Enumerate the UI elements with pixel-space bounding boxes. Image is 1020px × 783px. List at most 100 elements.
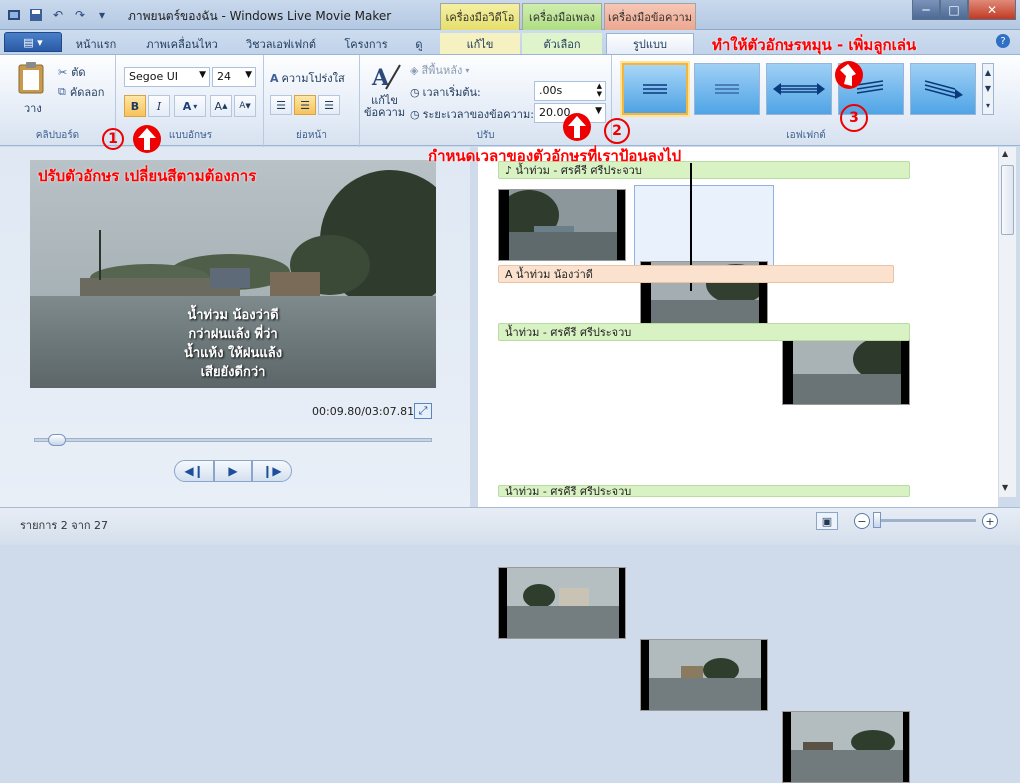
copy-label: คัดลอก [69,86,105,99]
caption-line: น้ำแห้ง ให้ฝนแล้ง [183,346,283,361]
clock-icon: ◷ [410,107,420,121]
effects-group-label: เอฟเฟกต์ [786,130,826,141]
scroll-up-icon[interactable]: ▲ [1002,149,1008,158]
start-time-input[interactable]: .00s ▲ ▼ [534,81,606,101]
tab-edit[interactable]: แก้ไข [440,33,520,54]
expand-gallery-icon[interactable]: ▾ [986,101,990,110]
clip-image [783,334,909,404]
clip-thumbnail[interactable] [782,333,910,405]
storyboard-scrollbar[interactable]: ▲ ▼ [998,147,1016,497]
quick-access-toolbar: ↶ ↷ ▾ [4,5,112,25]
clip-thumbnail[interactable] [498,567,626,639]
copy-button[interactable]: ⧉ คัดลอก [58,83,104,101]
undo-icon[interactable]: ↶ [48,6,68,24]
align-center-button[interactable]: ☰ [294,95,316,115]
caption-overlay: น้ำท่วม น้องว่าดี กว่าฝนแล้ง พี่ว่า น้ำแ… [30,306,436,382]
paste-icon[interactable] [16,61,46,95]
align-right-icon: ☰ [324,98,334,112]
transparency-icon: A [270,71,279,85]
tab-home[interactable]: หน้าแรก [66,33,126,54]
grow-font-button[interactable]: A ▲ [210,95,232,117]
tab-project[interactable]: โครงการ [334,33,398,54]
item-count: รายการ 2 จาก 27 [20,519,109,532]
effects-group: ▲ ▼ ▾ เอฟเฟกต์ [614,55,998,147]
grow-font-label: A [214,99,223,113]
cut-label: ตัด [71,66,86,79]
annotation-rotate: ทำให้ตัวอักษรหมุน - เพิ่มลูกเล่น [712,36,917,54]
thumbnail-size-icon[interactable]: ▣ [816,512,838,530]
customize-qat-icon[interactable]: ▾ [92,6,112,24]
app-menu-button[interactable]: ▤ ▾ [4,32,62,52]
tab-view[interactable]: ดู [404,33,434,54]
chevron-down-icon[interactable]: ▼ [985,84,991,93]
font-color-button[interactable]: A ▾ [174,95,206,117]
bold-button[interactable]: B [124,95,146,117]
clip-thumbnail[interactable] [640,639,768,711]
video-preview[interactable]: น้ำท่วม น้องว่าดี กว่าฝนแล้ง พี่ว่า น้ำแ… [30,160,436,388]
align-left-button[interactable]: ☰ [270,95,292,115]
font-size-value: 24 [217,70,231,83]
tab-animations[interactable]: ภาพเคลื่อนไหว [136,33,228,54]
font-size-select[interactable]: 24 ▼ [212,67,256,87]
music-track[interactable]: น้ำท่วม - ศรคีรี ศรีประจวบ [498,323,910,341]
align-left-icon: ☰ [276,98,286,112]
background-color-button[interactable]: ◈ สีพื้นหลัง ▾ [410,61,469,79]
play-button[interactable]: ▶ [214,460,252,482]
zoom-thumb[interactable] [873,512,881,528]
edit-text-label[interactable]: แก้ไข ข้อความ [364,95,405,119]
playback-time: 00:09.80/03:07.81 [312,405,415,418]
start-time-row: ◷ เวลาเริ่มต้น: [410,83,481,101]
effect-fade[interactable] [694,63,760,115]
effect-fly-in[interactable] [766,63,832,115]
annotation-time: กำหนดเวลาของตัวอักษรที่เราป้อนลงไป [428,147,682,165]
clip-thumbnail[interactable] [782,711,910,783]
arrow-down-icon [835,61,863,89]
clipboard-group-label: คลิปบอร์ด [35,130,80,141]
chevron-up-icon[interactable]: ▲ [985,68,991,77]
zoom-in-icon[interactable]: + [982,513,998,529]
app-icon[interactable] [4,6,24,24]
tab-options[interactable]: ตัวเลือก [522,33,602,54]
effect-zoom[interactable] [910,63,976,115]
edit-text-icon[interactable]: A [370,61,402,93]
redo-icon[interactable]: ↷ [70,6,90,24]
scissors-icon: ✂ [58,65,68,79]
transparency-label: ความโปร่งใส [281,72,345,85]
transparency-button[interactable]: A ความโปร่งใส [270,69,345,87]
clip-image [783,712,909,782]
chevron-down-icon: ▾ [193,101,198,111]
save-icon[interactable] [26,6,46,24]
music-track[interactable]: น้ำท่วม - ศรคีรี ศรีประจวบ [498,485,910,497]
maximize-button[interactable]: □ [940,0,968,20]
effects-gallery-scroll[interactable]: ▲ ▼ ▾ [982,63,994,115]
clip-image [499,568,625,638]
clip-thumbnail[interactable] [498,189,626,261]
close-button[interactable]: ✕ [968,0,1016,20]
previous-frame-button[interactable]: ◀❙ [174,460,214,482]
tab-visual-effects[interactable]: วิชวลเอฟเฟกต์ [236,33,326,54]
shrink-font-button[interactable]: A ▼ [234,95,256,117]
font-family-value: Segoe UI [129,70,179,83]
cut-button[interactable]: ✂ ตัด [58,63,86,81]
italic-button[interactable]: I [148,95,170,117]
minimize-button[interactable]: ─ [912,0,940,20]
scroll-thumb[interactable] [1001,165,1014,235]
fullscreen-icon[interactable]: ⤢ [414,403,432,419]
font-family-select[interactable]: Segoe UI ▼ [124,67,210,87]
selected-clip-frame[interactable] [634,185,774,267]
scroll-down-icon[interactable]: ▼ [1002,483,1008,492]
window-title: ภาพยนตร์ของฉัน - Windows Live Movie Make… [128,9,392,23]
seek-thumb[interactable] [48,434,66,446]
spinner-icon[interactable]: ▲ ▼ [597,82,602,98]
caption-track[interactable]: A น้ำท่วม น้องว่าดี [498,265,894,283]
next-frame-button[interactable]: ❙▶ [252,460,292,482]
effect-none[interactable] [622,63,688,115]
tab-format[interactable]: รูปแบบ [606,33,694,54]
context-text-tools: เครื่องมือข้อความ [604,3,696,30]
align-right-button[interactable]: ☰ [318,95,340,115]
zoom-slider[interactable] [874,519,976,522]
zoom-out-icon[interactable]: − [854,513,870,529]
help-icon[interactable]: ? [996,34,1010,48]
seek-bar[interactable] [34,438,432,442]
paste-label[interactable]: วาง [24,99,42,117]
